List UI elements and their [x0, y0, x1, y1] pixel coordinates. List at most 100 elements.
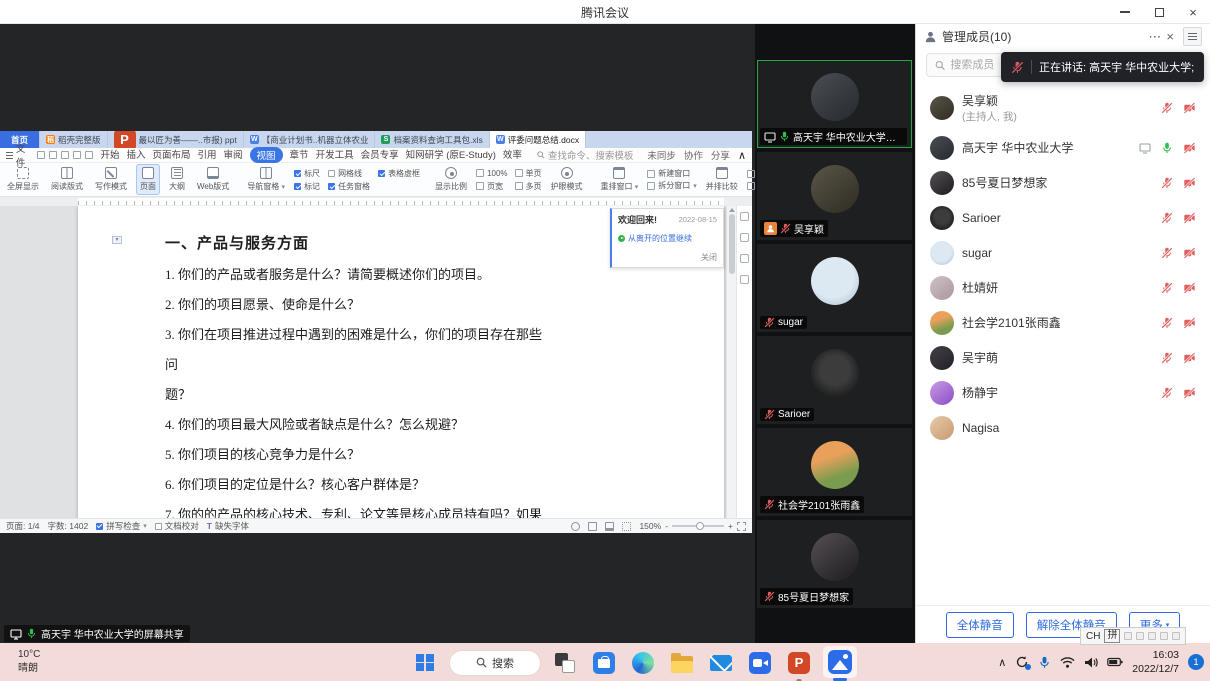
welcome-close-button[interactable]: 关闭: [701, 252, 717, 263]
ime-lang[interactable]: CH: [1086, 631, 1100, 642]
tools-icon[interactable]: [740, 275, 749, 284]
outline-view-icon[interactable]: [622, 522, 631, 531]
save-icon[interactable]: [37, 151, 45, 159]
close-panel-icon[interactable]: ×: [1166, 30, 1174, 43]
start-button[interactable]: [410, 648, 440, 678]
screen-share-tag[interactable]: 高天宇 华中农业大学的屏幕共享: [4, 625, 190, 642]
file-explorer-button[interactable]: [667, 648, 697, 678]
video-tile[interactable]: Sarioer: [757, 336, 912, 424]
ribbon-menu-item[interactable]: 引用: [198, 147, 217, 163]
ribbon-menu-item[interactable]: 章节: [290, 147, 309, 163]
horizontal-ruler[interactable]: [0, 197, 752, 206]
mic-status-icon[interactable]: [1161, 282, 1173, 294]
more-options-icon[interactable]: ⋯: [1148, 30, 1161, 43]
read-layout-button[interactable]: 阅读版式: [48, 165, 86, 194]
ribbon-menu-item[interactable]: 开发工具: [316, 147, 354, 163]
zoom-ratio-button[interactable]: 显示比例: [432, 165, 470, 194]
zoom-level[interactable]: 150%: [639, 521, 661, 531]
missing-font-warning[interactable]: T缺失字体: [207, 520, 249, 532]
video-tile[interactable]: 吴享颖: [757, 152, 912, 240]
camera-status-icon[interactable]: [1183, 212, 1196, 224]
ribbon-menu-item[interactable]: 知网研学 (原E-Study): [406, 147, 496, 163]
mic-status-icon[interactable]: [1161, 247, 1173, 259]
view-option-checkbox[interactable]: 任务窗格: [328, 180, 370, 192]
video-tile[interactable]: sugar: [757, 244, 912, 332]
zoom-in-button[interactable]: +: [728, 521, 733, 531]
spellcheck-toggle[interactable]: 拼写检查▾: [96, 520, 147, 532]
panel-collapse-button[interactable]: [1183, 27, 1202, 46]
new-window-button[interactable]: 新建窗口: [647, 168, 697, 179]
camera-status-icon[interactable]: [1183, 247, 1196, 259]
member-row[interactable]: 吴享颖 (主持人, 我): [916, 85, 1210, 130]
ribbon-menu-item[interactable]: 审阅: [224, 147, 243, 163]
ime-tool-icon[interactable]: [1136, 632, 1144, 640]
member-row[interactable]: Sarioer: [916, 200, 1210, 235]
page-width-button[interactable]: 页宽: [476, 180, 507, 193]
ribbon-menu-item[interactable]: 页面布局: [152, 147, 190, 163]
resume-position-link[interactable]: 从离开的位置继续: [618, 233, 717, 244]
wps-document-tab[interactable]: S 档案资料查询工具包.xls: [375, 131, 489, 148]
fit-fullscreen-icon[interactable]: [737, 522, 746, 531]
mic-status-icon[interactable]: [1161, 317, 1173, 329]
undo-icon[interactable]: [73, 151, 81, 159]
ime-mode[interactable]: 拼: [1104, 629, 1120, 643]
mute-all-button[interactable]: 全体静音: [946, 612, 1014, 638]
view-option-checkbox[interactable]: 表格虚框: [378, 167, 420, 179]
camera-status-icon[interactable]: [1183, 317, 1196, 329]
ime-tool-icon[interactable]: [1124, 632, 1132, 640]
microphone-tray-icon[interactable]: [1038, 656, 1051, 669]
edge-browser-button[interactable]: [628, 648, 658, 678]
ribbon-menu-item[interactable]: 插入: [126, 147, 145, 163]
sync-tray-icon[interactable]: [1015, 655, 1029, 669]
write-mode-button[interactable]: 写作模式: [92, 165, 130, 194]
close-button[interactable]: ×: [1176, 0, 1210, 24]
ribbon-menu-item[interactable]: 视图: [250, 147, 283, 163]
view-option-checkbox[interactable]: 标记: [294, 180, 320, 192]
member-row[interactable]: Nagisa: [916, 410, 1210, 445]
maximize-button[interactable]: [1142, 0, 1176, 24]
notification-badge[interactable]: 1: [1188, 654, 1204, 670]
proofread-toggle[interactable]: 文档校对: [155, 520, 199, 532]
camera-status-icon[interactable]: [1183, 177, 1196, 189]
view-option-checkbox[interactable]: 标尺: [294, 167, 320, 179]
wps-document-tab[interactable]: P 最以匠为善——..市报) ppt: [108, 131, 244, 148]
share-button[interactable]: 分享: [711, 148, 730, 162]
powerpoint-button[interactable]: P: [784, 648, 814, 678]
eye-mode-icon[interactable]: [571, 522, 580, 531]
split-window-button[interactable]: 拆分窗口 ▾: [647, 180, 697, 191]
preview-icon[interactable]: [61, 151, 69, 159]
comment-tool-icon[interactable]: [740, 233, 749, 242]
print-icon[interactable]: [49, 151, 57, 159]
video-tile[interactable]: 高天宇 华中农业大学的屏幕...: [757, 60, 912, 148]
mic-status-icon[interactable]: [1161, 142, 1173, 154]
clock-widget[interactable]: 16:03 2022/12/7: [1132, 648, 1179, 676]
mic-status-icon[interactable]: [1161, 387, 1173, 399]
mic-status-icon[interactable]: [1161, 177, 1173, 189]
single-page-button[interactable]: 单页: [515, 167, 542, 180]
outline-view-button[interactable]: 大纲: [166, 165, 188, 194]
quick-access-toolbar[interactable]: [37, 151, 93, 159]
nav-pane-button[interactable]: 导航窗格 ▾: [244, 165, 288, 194]
ribbon-menu-item[interactable]: 开始: [100, 147, 119, 163]
page-view-icon[interactable]: [588, 522, 597, 531]
member-row[interactable]: 高天宇 华中农业大学: [916, 130, 1210, 165]
word-count[interactable]: 字数: 1402: [48, 520, 89, 532]
tray-overflow-chevron[interactable]: ∧: [998, 656, 1006, 669]
taskbar-search[interactable]: 搜索: [449, 650, 541, 676]
battery-tray-icon[interactable]: [1107, 656, 1123, 668]
zoom-out-button[interactable]: -: [665, 521, 668, 531]
command-search[interactable]: 查找命令、搜索模板: [537, 148, 634, 162]
scrollbar-thumb[interactable]: [729, 214, 735, 274]
member-row[interactable]: 吴宇萌: [916, 340, 1210, 375]
wps-document-tab[interactable]: W 【商业计划书..机器立体农业: [244, 131, 376, 148]
collaborate-button[interactable]: 协作: [684, 148, 703, 162]
video-tile[interactable]: 社会学2101张雨鑫: [757, 428, 912, 516]
multi-page-button[interactable]: 多页: [515, 180, 542, 193]
tencent-meeting-button[interactable]: [823, 646, 857, 678]
wps-document-tab[interactable]: 稻 稻壳完整版: [40, 131, 108, 148]
page-view-button[interactable]: 页面: [136, 164, 160, 195]
ime-bar[interactable]: CH 拼: [1080, 627, 1186, 645]
task-view-button[interactable]: [550, 648, 580, 678]
camera-status-icon[interactable]: [1183, 387, 1196, 399]
mail-button[interactable]: [706, 648, 736, 678]
